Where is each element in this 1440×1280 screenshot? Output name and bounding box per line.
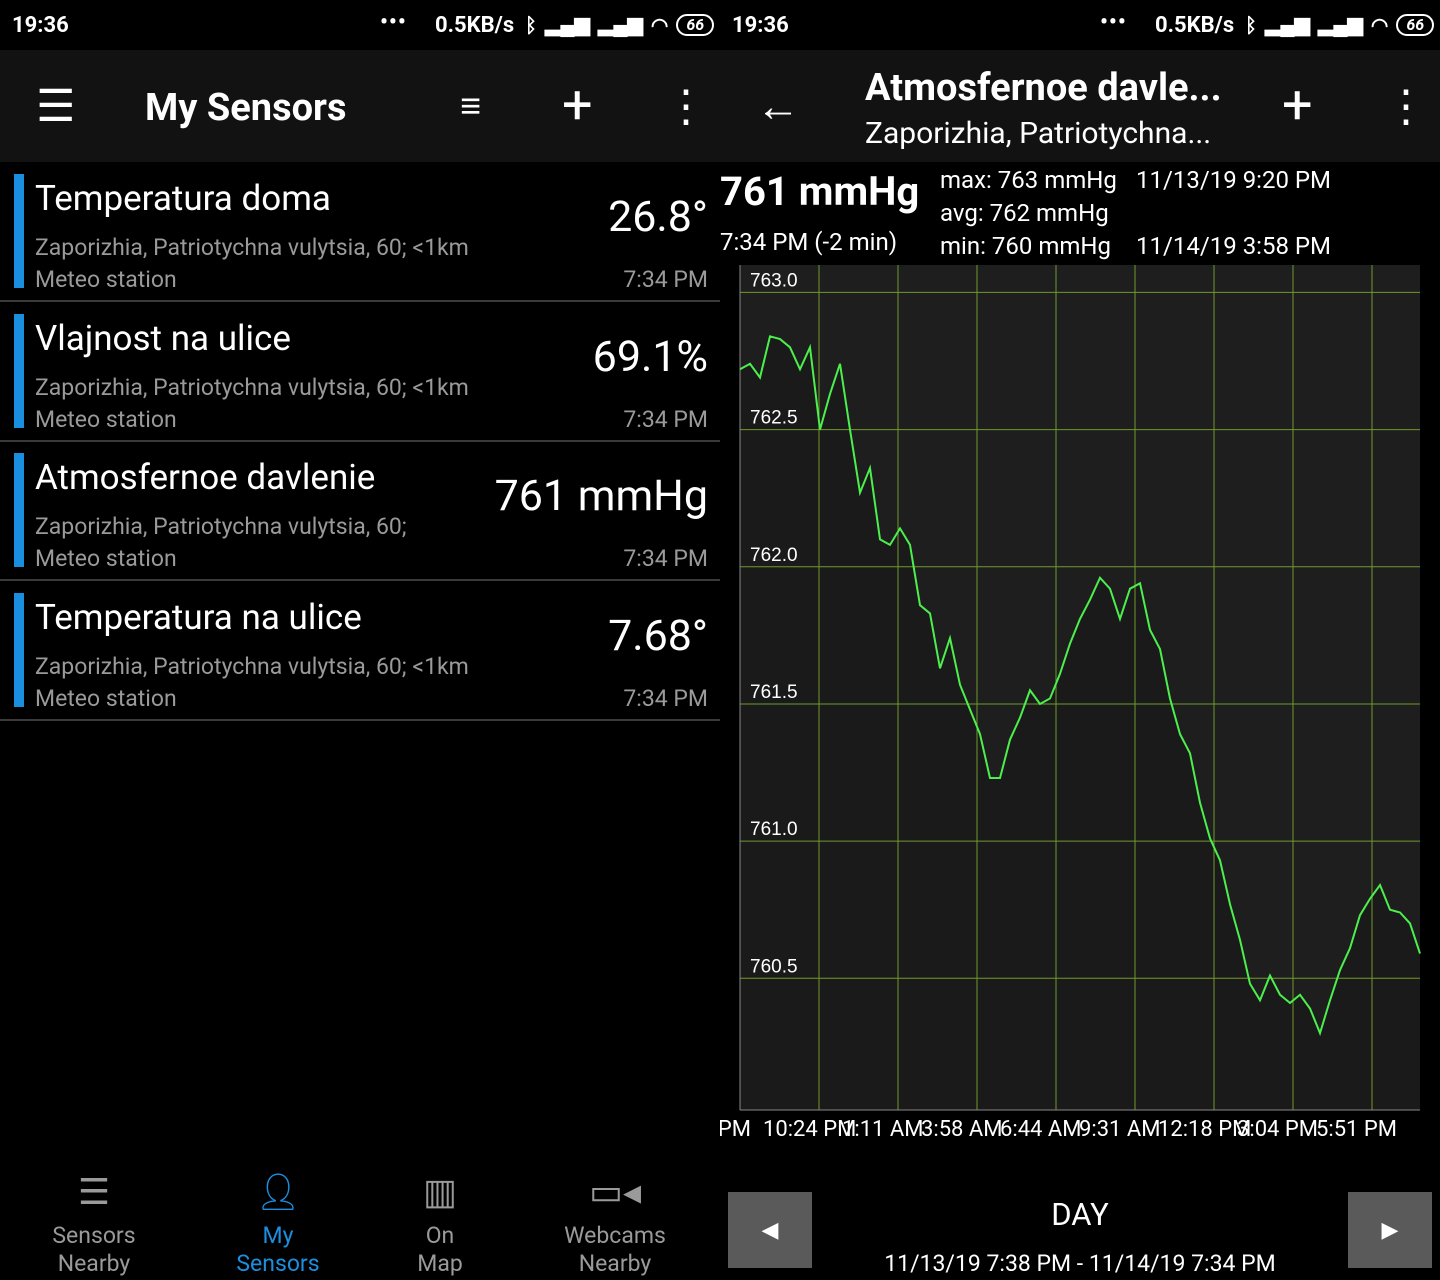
signal-icon: ▂▄▆ xyxy=(545,12,590,36)
app-bar: ☰ My Sensors ≡ + ⋮ xyxy=(0,50,720,162)
x-tick-label: 5:51 PM xyxy=(1316,1117,1397,1142)
sensor-name: Temperatura na ulice xyxy=(35,596,362,638)
person-icon: 👤︎ xyxy=(255,1171,301,1213)
sensor-location: Zaporizhia, Patriotychna... xyxy=(865,116,1212,151)
min-time: 11/14/19 3:58 PM xyxy=(1136,232,1332,260)
sensor-time: 7:34 PM xyxy=(623,405,708,433)
videocam-icon: ▭◂ xyxy=(588,1171,642,1213)
sensor-list-item[interactable]: Atmosfernoe davlenie Zaporizhia, Patriot… xyxy=(0,441,720,581)
sensor-color-bar xyxy=(14,592,24,707)
network-speed: 0.5KB/s xyxy=(1155,13,1235,38)
sensor-source: Meteo station xyxy=(35,405,177,433)
nav-label: My xyxy=(262,1222,294,1249)
nav-item-webcams-nearby[interactable]: ▭◂ Webcams Nearby xyxy=(525,1170,705,1278)
sort-icon[interactable]: ≡ xyxy=(460,84,481,128)
plus-icon[interactable]: + xyxy=(562,79,593,133)
sensor-source: Meteo station xyxy=(35,684,177,712)
y-tick-label: 762.5 xyxy=(750,408,798,429)
sensor-time: 7:34 PM xyxy=(623,545,708,572)
x-tick-label: 3:58 AM xyxy=(921,1117,1003,1142)
nav-label: Map xyxy=(417,1250,463,1277)
sensor-time: 7:34 PM xyxy=(623,266,708,293)
nav-label: Nearby xyxy=(57,1250,131,1277)
sensor-list-item[interactable]: Temperatura doma Zaporizhia, Patriotychn… xyxy=(0,162,720,302)
last-updated: 7:34 PM (-2 min) xyxy=(720,228,898,256)
signal-icon: ▂▄▆ xyxy=(1265,12,1310,36)
sensor-location: Zaporizhia, Patriotychna vulytsia, 60; <… xyxy=(35,234,469,261)
nav-label: On xyxy=(425,1222,455,1249)
pressure-chart[interactable]: 763.0 762.5 762.0 761.5 761.0 760.5 xyxy=(720,262,1440,1112)
map-icon: ▥ xyxy=(422,1171,457,1213)
sensor-location: Zaporizhia, Patriotychna vulytsia, 60; <… xyxy=(35,652,469,680)
max-time: 11/13/19 9:20 PM xyxy=(1136,166,1332,194)
wifi-icon: ◠ xyxy=(1370,12,1389,37)
x-tick-label: 1:11 AM xyxy=(842,1117,924,1142)
sensor-location: Zaporizhia, Patriotychna vulytsia, 60; xyxy=(35,513,407,540)
sensor-color-bar xyxy=(14,313,24,428)
y-tick-label: 761.5 xyxy=(750,682,798,703)
sensor-name: Vlajnost na ulice xyxy=(35,317,291,359)
signal-icon: ▂▄▆ xyxy=(1317,12,1363,36)
clock: 19:36 xyxy=(732,13,789,38)
battery-icon: 66 xyxy=(1396,13,1435,36)
nav-item-sensors-nearby[interactable]: ☰ Sensors Nearby xyxy=(4,1170,184,1278)
max-value: max: 763 mmHg xyxy=(940,166,1117,194)
min-value: min: 760 mmHg xyxy=(940,232,1112,260)
sensor-detail-screen: 19:36 ••• 0.5KB/s ᛒ ▂▄▆ ▂▄▆ ◠ 66 ← Atmosfern… xyxy=(720,0,1440,1280)
sensor-name: Atmosfernoe davlenie xyxy=(35,457,376,498)
x-tick-label: 7:38 PM xyxy=(720,1117,751,1142)
sensor-location: Zaporizhia, Patriotychna vulytsia, 60; <… xyxy=(35,373,469,401)
signal-icon: ▂▄▆ xyxy=(597,12,643,36)
app-bar: ← Atmosfernoe davle... Zaporizhia, Patri… xyxy=(720,50,1440,162)
more-vert-icon[interactable]: ⋮ xyxy=(1384,84,1428,128)
nav-label: Webcams xyxy=(564,1222,666,1249)
sensor-source: Meteo station xyxy=(35,545,177,572)
nav-label: Sensors xyxy=(236,1250,320,1277)
list-icon: ☰ xyxy=(77,1171,111,1213)
sensor-title: Atmosfernoe davle... xyxy=(865,66,1222,110)
sensor-value: 69.1% xyxy=(592,331,708,382)
sensor-source: Meteo station xyxy=(35,266,177,293)
x-tick-label: 3:04 PM xyxy=(1237,1117,1318,1142)
nav-label: Sensors xyxy=(52,1222,136,1249)
avg-value: avg: 762 mmHg xyxy=(940,199,1109,227)
nav-item-my-sensors[interactable]: 👤︎ My Sensors xyxy=(188,1170,368,1278)
period-label[interactable]: DAY xyxy=(720,1196,1440,1233)
menu-icon[interactable]: ☰ xyxy=(36,84,75,128)
bluetooth-icon: ᛒ xyxy=(1245,12,1257,37)
y-tick-label: 763.0 xyxy=(750,270,798,291)
wifi-icon: ◠ xyxy=(650,12,669,37)
clock: 19:36 xyxy=(12,13,69,38)
more-vert-icon[interactable]: ⋮ xyxy=(664,84,708,128)
y-tick-label: 760.5 xyxy=(750,956,798,977)
notification-dots: ••• xyxy=(1100,10,1127,35)
sensor-color-bar xyxy=(14,453,24,567)
sensor-value: 7.68° xyxy=(608,610,708,661)
bluetooth-icon: ᛒ xyxy=(525,12,537,37)
plus-icon[interactable]: + xyxy=(1282,79,1313,133)
status-bar: 19:36 ••• 0.5KB/s ᛒ ▂▄▆ ▂▄▆ ◠ 66 xyxy=(0,0,720,50)
status-bar: 19:36 ••• 0.5KB/s ᛒ ▂▄▆ ▂▄▆ ◠ 66 xyxy=(720,0,1440,50)
y-tick-label: 762.0 xyxy=(750,545,798,566)
nav-label: Nearby xyxy=(578,1250,652,1277)
y-tick-label: 761.0 xyxy=(750,819,798,840)
nav-item-on-map[interactable]: ▥ On Map xyxy=(350,1170,530,1278)
sensor-color-bar xyxy=(14,174,24,288)
sensor-list-item[interactable]: Vlajnost na ulice Zaporizhia, Patriotych… xyxy=(0,302,720,442)
x-tick-label: 9:31 AM xyxy=(1079,1117,1161,1142)
current-value: 761 mmHg xyxy=(720,168,920,215)
x-tick-label: 6:44 AM xyxy=(1000,1117,1082,1142)
sensor-value: 26.8° xyxy=(608,192,708,242)
network-speed: 0.5KB/s xyxy=(435,13,515,38)
battery-icon: 66 xyxy=(676,13,715,36)
page-title: My Sensors xyxy=(145,86,347,130)
sensor-value: 761 mmHg xyxy=(494,471,708,521)
date-range: 11/13/19 7:38 PM - 11/14/19 7:34 PM xyxy=(884,1250,1276,1277)
sensor-list-item[interactable]: Temperatura na ulice Zaporizhia, Patriot… xyxy=(0,581,720,721)
notification-dots: ••• xyxy=(380,10,407,35)
sensor-name: Temperatura doma xyxy=(35,178,331,219)
back-arrow-icon[interactable]: ← xyxy=(756,84,800,128)
sensor-time: 7:34 PM xyxy=(623,684,708,712)
my-sensors-screen: 19:36 ••• 0.5KB/s ᛒ ▂▄▆ ▂▄▆ ◠ 66 ☰ My Sensor… xyxy=(0,0,720,1280)
